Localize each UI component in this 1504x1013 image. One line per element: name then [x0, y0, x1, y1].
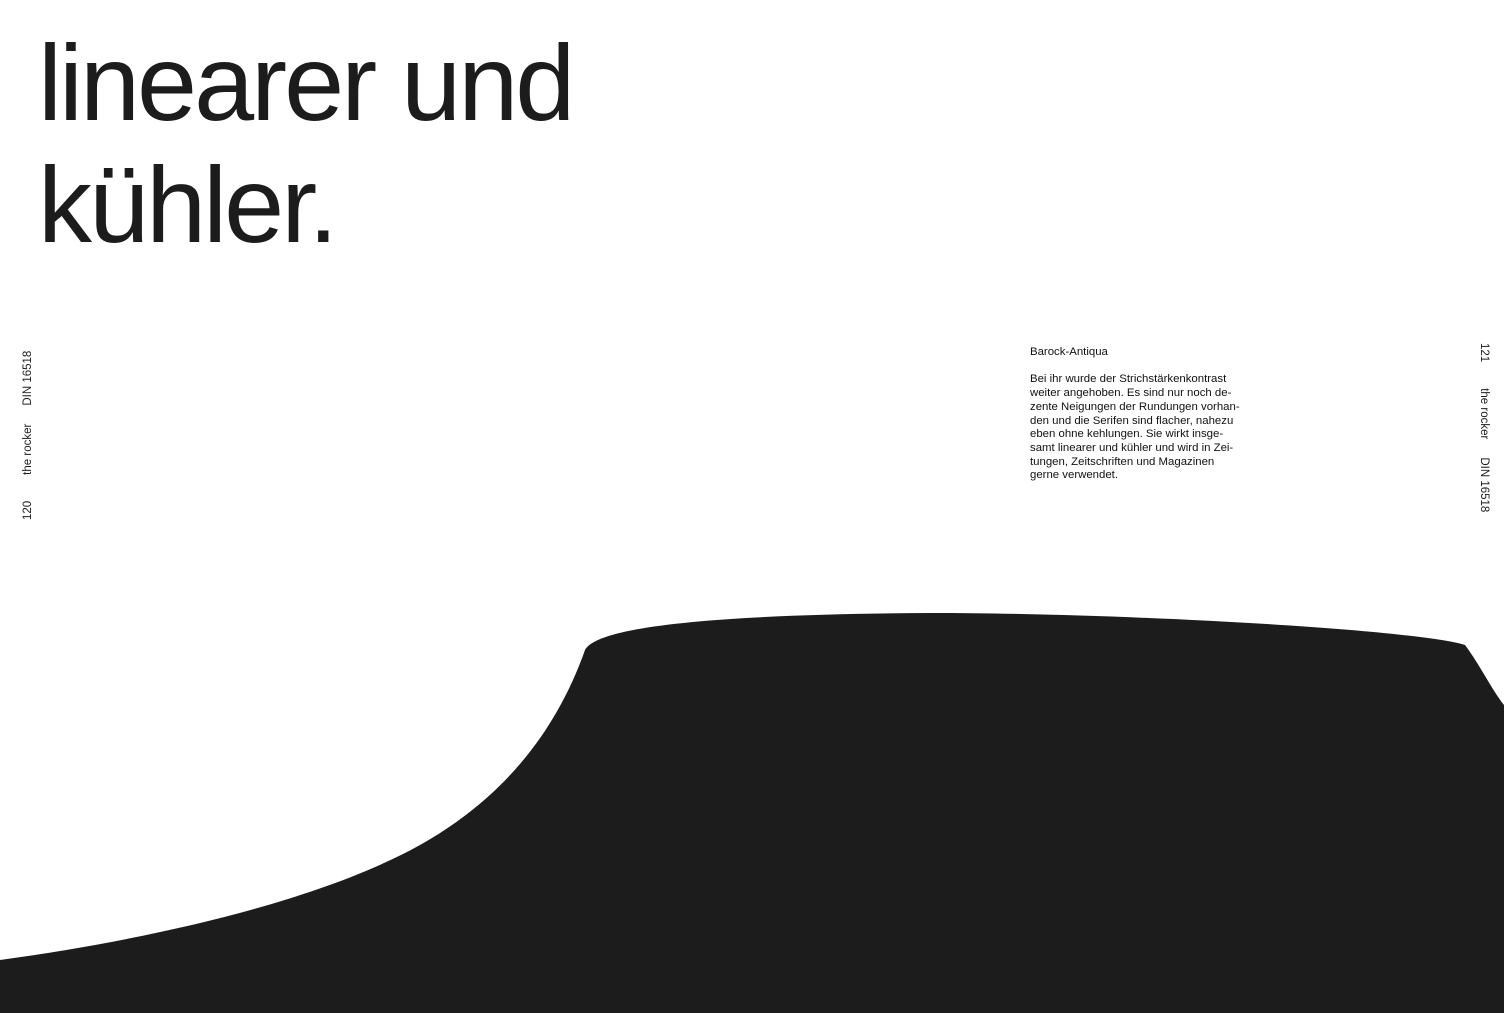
headline: linearer und kühler. — [38, 22, 575, 266]
left-standard: DIN 16518 — [22, 350, 34, 406]
left-running-title: the rocker — [22, 423, 34, 475]
text-line: den und die Serifen sind flacher, nahezu — [1030, 414, 1234, 427]
right-page-number: 121 — [1478, 343, 1490, 363]
text-body: Bei ihr wurde der Strichstärkenkontrast … — [1030, 373, 1252, 483]
text-line: samt linearer und kühler und wird in Zei… — [1030, 441, 1234, 454]
left-page-marker: 120 the rocker DIN 16518 — [20, 350, 36, 520]
text-line: gerne verwendet. — [1030, 469, 1119, 482]
text-line: tungen, Zeitschriften und Magazinen — [1030, 455, 1215, 468]
text-heading: Barock-Antiqua — [1030, 346, 1108, 358]
headline-line-1: linearer und — [38, 22, 575, 143]
right-running-title: the rocker — [1478, 388, 1490, 440]
headline-line-2: kühler. — [38, 144, 338, 265]
text-line: Bei ihr wurde der Strichstärkenkontrast — [1030, 373, 1227, 386]
text-line: zente Neigungen der Rundungen vorhan- — [1030, 400, 1240, 413]
text-line: eben ohne kehlungen. Sie wirkt insge- — [1030, 428, 1224, 441]
text-line: weiter angehoben. Es sind nur noch de- — [1030, 387, 1232, 400]
right-page-marker: 121 the rocker DIN 16518 — [1476, 343, 1492, 515]
right-standard: DIN 16518 — [1478, 457, 1490, 513]
left-page-number: 120 — [22, 500, 34, 520]
text-block: Barock-Antiqua Bei ihr wurde der Strichs… — [1030, 346, 1252, 483]
